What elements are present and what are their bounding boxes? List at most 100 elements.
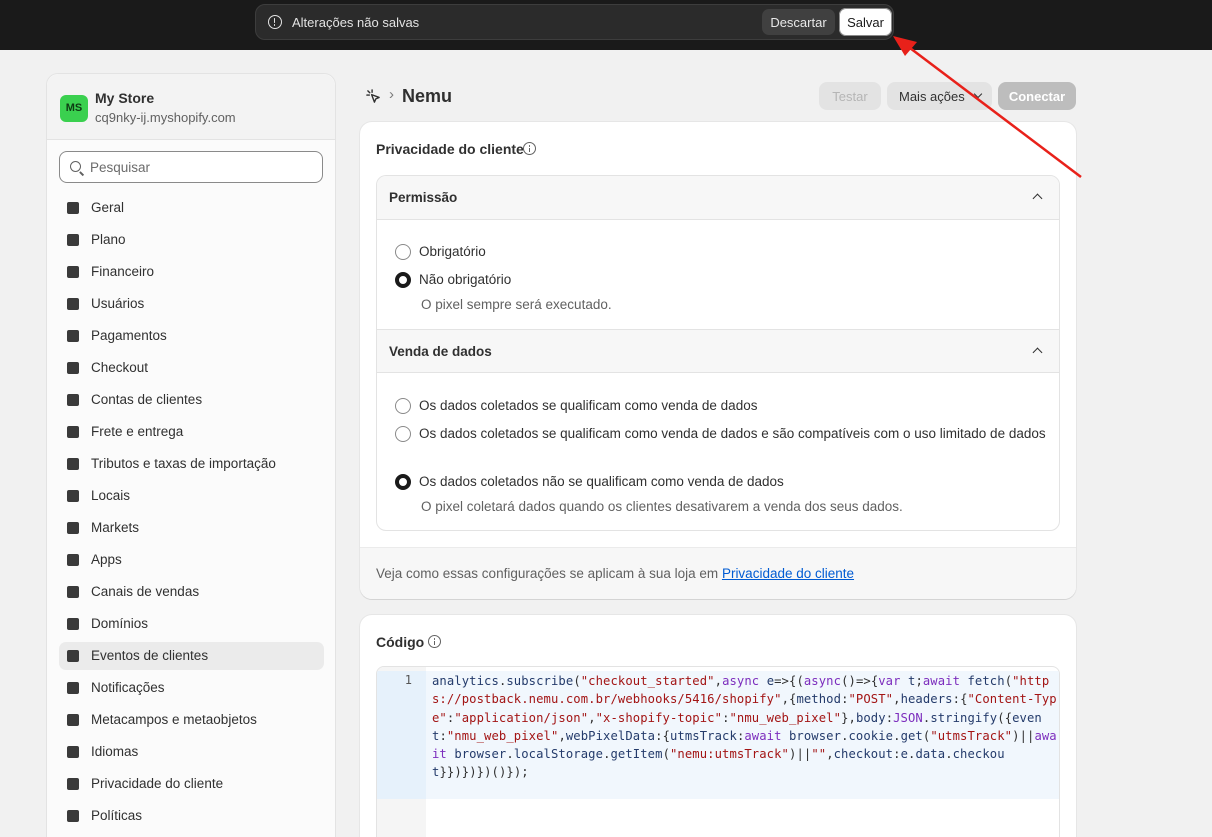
privacy-card-title: Privacidade do cliente [376, 141, 524, 157]
policies-icon [67, 810, 79, 822]
cart-icon [67, 362, 79, 374]
sidebar-item[interactable]: Financeiro [59, 258, 324, 286]
sidebar-item-label: Contas de clientes [91, 392, 203, 407]
store-avatar: MS [60, 95, 88, 122]
sidebar-item[interactable]: Apps [59, 546, 324, 574]
chevron-down-icon [973, 89, 983, 99]
person-icon [67, 394, 79, 406]
breadcrumb-separator: › [389, 86, 394, 103]
sidebar-item-label: Eventos de clientes [91, 648, 209, 663]
radio-required[interactable] [395, 244, 411, 260]
sidebar-item[interactable]: Plano [59, 226, 324, 254]
permission-help-text: O pixel sempre será executado. [421, 297, 612, 312]
search-input[interactable] [90, 158, 310, 176]
sidebar-item[interactable]: Pagamentos [59, 322, 324, 350]
privacy-accordion: Permissão Obrigatório Não obrigatório O … [376, 175, 1060, 531]
code-editor[interactable]: 1 analytics.subscribe("checkout_started"… [376, 666, 1060, 837]
sidebar-item[interactable]: Canais de vendas [59, 578, 324, 606]
code-card: Código 1 analytics.subscribe("checkout_s… [360, 615, 1076, 837]
sidebar-item-label: Tributos e taxas de importação [91, 456, 276, 471]
pixel-icon [67, 650, 79, 662]
customer-privacy-link[interactable]: Privacidade do cliente [722, 566, 854, 581]
page-title: Nemu [402, 86, 453, 106]
radio-not-required-label: Não obrigatório [419, 272, 512, 287]
test-button[interactable]: Testar [819, 82, 881, 110]
customer-events-icon [366, 89, 380, 103]
sidebar-item-label: Checkout [91, 360, 149, 375]
store-url: cq9nky-ij.myshopify.com [95, 110, 236, 125]
sidebar-item[interactable]: Geral [59, 194, 324, 222]
metafields-icon [67, 714, 79, 726]
plan-icon [67, 234, 79, 246]
save-button[interactable]: Salvar [839, 8, 892, 36]
code-card-title: Código [376, 634, 425, 650]
location-icon [67, 490, 79, 502]
globe-icon [67, 522, 79, 534]
sidebar-item-label: Metacampos e metaobjetos [91, 712, 257, 727]
channels-icon [67, 586, 79, 598]
sidebar-item-label: Locais [91, 488, 131, 503]
settings-nav: Geral Plano Financeiro Usuários Pagamentos Ch… [59, 194, 324, 834]
line-gutter: 1 [377, 667, 426, 837]
store-name: My Store [95, 90, 155, 106]
data-sale-title: Venda de dados [389, 344, 492, 359]
sidebar-item[interactable]: Metacampos e metaobjetos [59, 706, 324, 734]
settings-sidebar: MS My Store cq9nky-ij.myshopify.com Gera… [46, 73, 336, 837]
permission-section-header[interactable]: Permissão [377, 176, 1059, 220]
chevron-up-icon[interactable] [1032, 347, 1043, 358]
sidebar-item[interactable]: Usuários [59, 290, 324, 318]
bell-icon [67, 682, 79, 694]
sidebar-item-label: Notificações [91, 680, 165, 695]
customer-privacy-card: Privacidade do cliente Permissão Obrigat… [360, 122, 1076, 599]
sidebar-item[interactable]: Locais [59, 482, 324, 510]
radio-qualifies-limited-use-label: Os dados coletados se qualificam como ve… [419, 426, 1046, 441]
sidebar-item[interactable]: Contas de clientes [59, 386, 324, 414]
sidebar-item[interactable]: Políticas [59, 802, 324, 830]
sidebar-item-label: Usuários [91, 296, 145, 311]
sidebar-item[interactable]: Tributos e taxas de importação [59, 450, 324, 478]
sidebar-item-label: Idiomas [91, 744, 139, 759]
sidebar-item[interactable]: Checkout [59, 354, 324, 382]
radio-not-sale[interactable] [395, 474, 411, 490]
billing-icon [67, 266, 79, 278]
radio-not-required[interactable] [395, 272, 411, 288]
discard-button[interactable]: Descartar [762, 9, 835, 35]
lock-icon [67, 778, 79, 790]
unsaved-changes-bar: Alterações não salvas Descartar Salvar [255, 4, 894, 40]
sidebar-item[interactable]: Eventos de clientes [59, 642, 324, 670]
privacy-card-footer: Veja como essas configurações se aplicam… [360, 547, 1076, 599]
top-bar: Alterações não salvas Descartar Salvar [0, 0, 1212, 50]
chevron-up-icon[interactable] [1032, 193, 1043, 204]
data-sale-section-header[interactable]: Venda de dados [377, 329, 1059, 373]
footer-text: Veja como essas configurações se aplicam… [376, 566, 854, 581]
sidebar-item-label: Frete e entrega [91, 424, 184, 439]
sidebar-item[interactable]: Privacidade do cliente [59, 770, 324, 798]
sidebar-item-label: Financeiro [91, 264, 155, 279]
search-box[interactable] [59, 151, 323, 183]
code-content[interactable]: analytics.subscribe("checkout_started",a… [432, 672, 1059, 782]
info-icon[interactable] [428, 635, 441, 648]
sidebar-item[interactable]: Idiomas [59, 738, 324, 766]
unsaved-message: Alterações não salvas [292, 15, 420, 30]
store-header[interactable]: MS My Store cq9nky-ij.myshopify.com [47, 74, 335, 140]
sidebar-item[interactable]: Markets [59, 514, 324, 542]
sidebar-item[interactable]: Domínios [59, 610, 324, 638]
radio-qualifies-as-sale-label: Os dados coletados se qualificam como ve… [419, 398, 758, 413]
sidebar-item-label: Privacidade do cliente [91, 776, 224, 791]
radio-qualifies-limited-use[interactable] [395, 426, 411, 442]
sidebar-item-label: Plano [91, 232, 126, 247]
radio-required-label: Obrigatório [419, 244, 486, 259]
payments-icon [67, 330, 79, 342]
more-actions-button[interactable]: Mais ações [887, 82, 992, 110]
sidebar-item[interactable]: Frete e entrega [59, 418, 324, 446]
sidebar-item-label: Geral [91, 200, 125, 215]
sidebar-item-label: Políticas [91, 808, 143, 823]
radio-qualifies-as-sale[interactable] [395, 398, 411, 414]
sidebar-item-label: Apps [91, 552, 122, 567]
radio-not-sale-label: Os dados coletados não se qualificam com… [419, 474, 784, 489]
info-icon[interactable] [523, 142, 536, 155]
sidebar-item[interactable]: Notificações [59, 674, 324, 702]
connect-button[interactable]: Conectar [998, 82, 1076, 110]
permission-title: Permissão [389, 190, 458, 205]
line-number: 1 [404, 673, 412, 687]
